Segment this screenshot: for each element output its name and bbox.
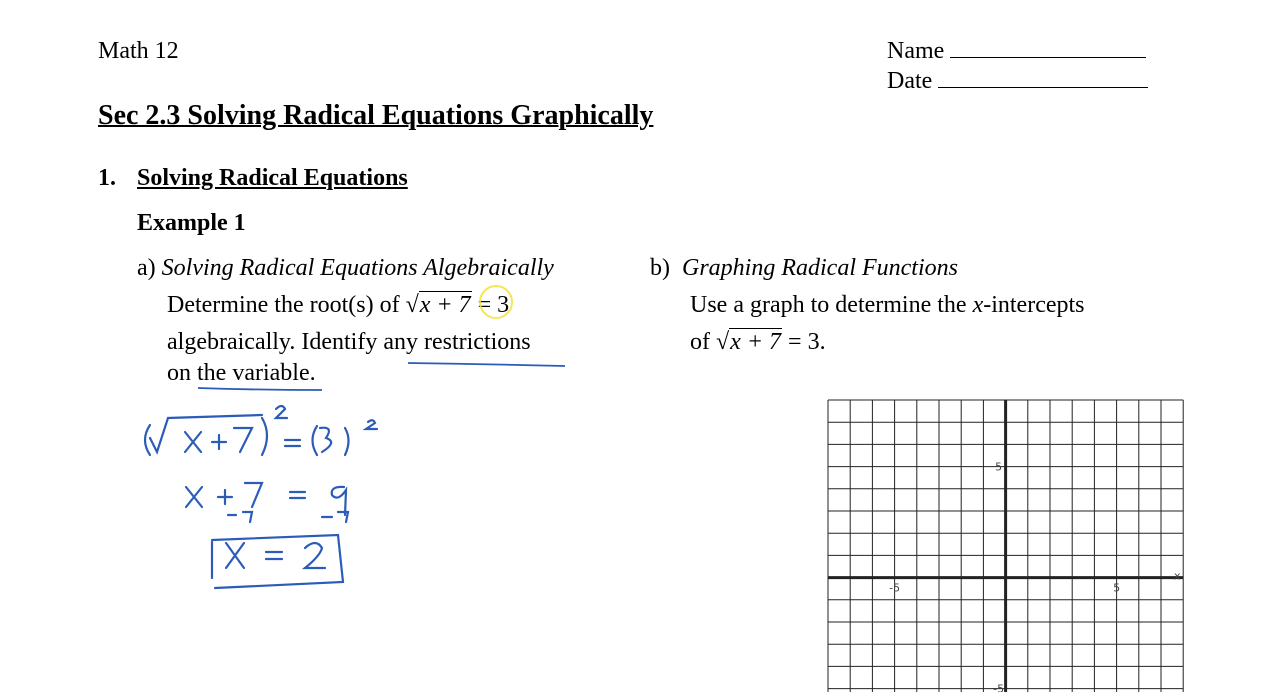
course-label: Math 12: [98, 38, 179, 64]
part-a-label: a): [137, 255, 156, 281]
x-tick-label: 5: [1113, 582, 1120, 595]
equation-rhs: = 3: [477, 292, 510, 318]
part-a-heading: a) Solving Radical Equations Algebraical…: [137, 255, 554, 282]
y-tick-label: -5: [993, 683, 1004, 692]
part-a-line3: on the variable.: [167, 360, 316, 386]
radical-expression: √x + 7: [405, 291, 472, 318]
radicand: x + 7: [418, 291, 472, 318]
part-b-heading: b) Graphing Radical Functions: [650, 255, 958, 282]
part-a-line1: Determine the root(s) of √x + 7 = 3: [167, 291, 510, 319]
part-b-line1-text: Use a graph to determine the: [690, 292, 973, 318]
date-blank: [938, 69, 1149, 88]
section-number: 1.: [98, 165, 116, 191]
equation-rhs-b: = 3.: [788, 329, 826, 355]
handwritten-work: [143, 404, 379, 590]
part-b-line2-text: of: [690, 329, 716, 355]
grid-svg: -5 5 5 -5 x: [827, 399, 1184, 697]
part-b-line1-suffix: -intercepts: [983, 292, 1085, 318]
section-title: Solving Radical Equations: [137, 165, 408, 191]
part-a-line1-text: Determine the root(s) of: [167, 292, 406, 318]
x-tick-label: -5: [889, 582, 900, 595]
date-label: Date: [887, 68, 933, 94]
name-blank: [950, 39, 1147, 58]
part-b-label: b): [650, 255, 670, 281]
underline-variable: [197, 387, 323, 391]
radical-expression-b: √x + 7: [716, 328, 783, 355]
coordinate-grid: -5 5 5 -5 x: [826, 399, 1186, 697]
date-field: Date: [887, 68, 1149, 95]
part-a-title: Solving Radical Equations Algebraically: [161, 255, 554, 281]
x-axis-label: x: [1174, 570, 1181, 583]
y-tick-label: 5: [995, 461, 1002, 474]
name-label: Name: [887, 38, 945, 64]
page-title: Sec 2.3 Solving Radical Equations Graphi…: [98, 100, 654, 131]
name-field: Name: [887, 38, 1147, 65]
part-a-line2: algebraically. Identify any restrictions: [167, 329, 531, 355]
part-b-line2: of √x + 7 = 3.: [690, 328, 826, 356]
underline-restrictions: [407, 362, 566, 367]
example-heading: Example 1: [137, 210, 246, 236]
variable-x: x: [972, 292, 984, 318]
radicand-b: x + 7: [729, 328, 783, 355]
part-b-line1: Use a graph to determine the x-intercept…: [690, 292, 1085, 319]
part-b-title: Graphing Radical Functions: [682, 255, 958, 281]
